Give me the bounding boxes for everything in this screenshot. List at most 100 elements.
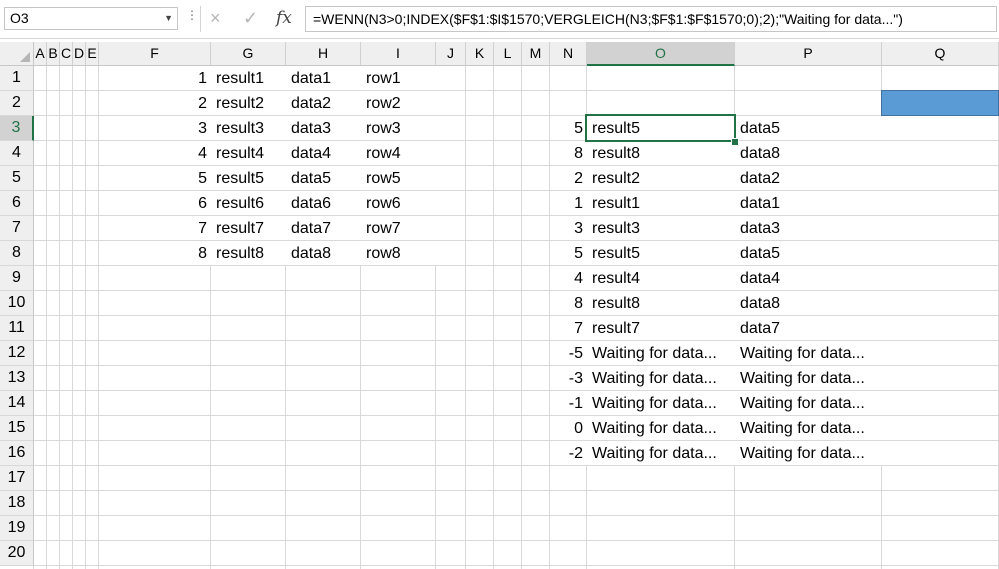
cell[interactable]: row5	[362, 166, 436, 190]
cell[interactable]: result5	[588, 116, 735, 140]
cell[interactable]: 5	[551, 116, 587, 140]
cell[interactable]: data6	[287, 191, 361, 215]
cell[interactable]: data7	[736, 316, 882, 340]
insert-function-icon[interactable]: fx	[276, 6, 292, 30]
column-header-f[interactable]: F	[99, 42, 211, 66]
cell[interactable]: row2	[362, 91, 436, 115]
column-header-e[interactable]: E	[86, 42, 99, 66]
column-header-h[interactable]: H	[286, 42, 361, 66]
row-header-17[interactable]: 17	[0, 466, 34, 491]
cell[interactable]: Waiting for data...	[736, 391, 882, 415]
row-header-19[interactable]: 19	[0, 516, 34, 541]
name-box[interactable]: O3 ▼	[4, 7, 178, 30]
cell[interactable]: 1	[100, 66, 211, 90]
column-header-m[interactable]: M	[522, 42, 550, 66]
cell[interactable]: Waiting for data...	[588, 391, 735, 415]
cell[interactable]: 8	[551, 291, 587, 315]
cell[interactable]: data1	[736, 191, 882, 215]
cancel-icon[interactable]: ×	[210, 6, 221, 30]
row-header-3[interactable]: 3	[0, 116, 34, 141]
column-header-i[interactable]: I	[361, 42, 436, 66]
column-header-n[interactable]: N	[550, 42, 587, 66]
cell[interactable]: Waiting for data...	[588, 366, 735, 390]
cell[interactable]: result6	[212, 191, 286, 215]
row-header-15[interactable]: 15	[0, 416, 34, 441]
cell[interactable]: data3	[287, 116, 361, 140]
cell[interactable]: 2	[100, 91, 211, 115]
column-header-j[interactable]: J	[436, 42, 466, 66]
cell[interactable]: data3	[736, 216, 882, 240]
cell[interactable]: result4	[212, 141, 286, 165]
column-header-l[interactable]: L	[494, 42, 522, 66]
cell[interactable]: result3	[588, 216, 735, 240]
cell[interactable]: 4	[100, 141, 211, 165]
cell[interactable]: Waiting for data...	[736, 441, 882, 465]
cell[interactable]: row1	[362, 66, 436, 90]
worksheet-grid[interactable]: A B C D E F G H I J K L M N O P Q 1 2 3 4 5 6 7 8 9 10 11 12 13 14 15 16…	[0, 42, 999, 569]
cell[interactable]: row7	[362, 216, 436, 240]
row-header-10[interactable]: 10	[0, 291, 34, 316]
cell[interactable]: Waiting for data...	[588, 341, 735, 365]
row-header-4[interactable]: 4	[0, 141, 34, 166]
cell[interactable]: 5	[551, 241, 587, 265]
cell[interactable]: result7	[588, 316, 735, 340]
cell[interactable]: result4	[588, 266, 735, 290]
cell[interactable]: data4	[287, 141, 361, 165]
column-header-o[interactable]: O	[587, 42, 735, 66]
cell[interactable]: -5	[551, 341, 587, 365]
cell[interactable]: 0	[551, 416, 587, 440]
column-header-g[interactable]: G	[211, 42, 286, 66]
cell[interactable]: row8	[362, 241, 436, 265]
cell[interactable]: result8	[588, 141, 735, 165]
cell[interactable]: result2	[212, 91, 286, 115]
cell[interactable]: result1	[212, 66, 286, 90]
cell[interactable]: 2	[551, 166, 587, 190]
cell[interactable]: 3	[551, 216, 587, 240]
cell[interactable]: row4	[362, 141, 436, 165]
cell[interactable]: Waiting for data...	[588, 416, 735, 440]
row-header-6[interactable]: 6	[0, 191, 34, 216]
cell[interactable]: -2	[551, 441, 587, 465]
enter-icon[interactable]: ✓	[243, 6, 258, 30]
row-header-9[interactable]: 9	[0, 266, 34, 291]
cell[interactable]: -1	[551, 391, 587, 415]
row-header-20[interactable]: 20	[0, 541, 34, 566]
cell[interactable]: 1	[551, 191, 587, 215]
row-header-7[interactable]: 7	[0, 216, 34, 241]
cell[interactable]: data8	[736, 141, 882, 165]
column-header-q[interactable]: Q	[882, 42, 999, 66]
row-header-1[interactable]: 1	[0, 66, 34, 91]
cell[interactable]: data2	[736, 166, 882, 190]
formula-input[interactable]: =WENN(N3>0;INDEX($F$1:$I$1570;VERGLEICH(…	[305, 6, 997, 32]
cell[interactable]: result2	[588, 166, 735, 190]
cell[interactable]: Waiting for data...	[736, 341, 882, 365]
more-options-icon[interactable]: ⋮	[186, 8, 198, 22]
cell[interactable]: 7	[100, 216, 211, 240]
cell[interactable]: 8	[551, 141, 587, 165]
cell[interactable]: -3	[551, 366, 587, 390]
cell[interactable]: 8	[100, 241, 211, 265]
cell[interactable]: result8	[212, 241, 286, 265]
row-header-8[interactable]: 8	[0, 241, 34, 266]
cell[interactable]: row6	[362, 191, 436, 215]
cell[interactable]: 4	[551, 266, 587, 290]
cell[interactable]: data1	[287, 66, 361, 90]
cell[interactable]: Waiting for data...	[736, 416, 882, 440]
column-header-c[interactable]: C	[60, 42, 73, 66]
row-header-2[interactable]: 2	[0, 91, 34, 116]
column-header-b[interactable]: B	[47, 42, 60, 66]
cell[interactable]: data5	[736, 116, 882, 140]
select-all-corner[interactable]	[0, 42, 34, 66]
cell[interactable]: data7	[287, 216, 361, 240]
cell[interactable]: result5	[588, 241, 735, 265]
row-header-12[interactable]: 12	[0, 341, 34, 366]
row-header-11[interactable]: 11	[0, 316, 34, 341]
cell[interactable]: 5	[100, 166, 211, 190]
cell[interactable]: data8	[287, 241, 361, 265]
cell[interactable]: Waiting for data...	[736, 366, 882, 390]
column-header-d[interactable]: D	[73, 42, 86, 66]
cell[interactable]: 3	[100, 116, 211, 140]
column-header-a[interactable]: A	[34, 42, 47, 66]
cell[interactable]: result5	[212, 166, 286, 190]
chevron-down-icon[interactable]: ▼	[164, 8, 173, 29]
